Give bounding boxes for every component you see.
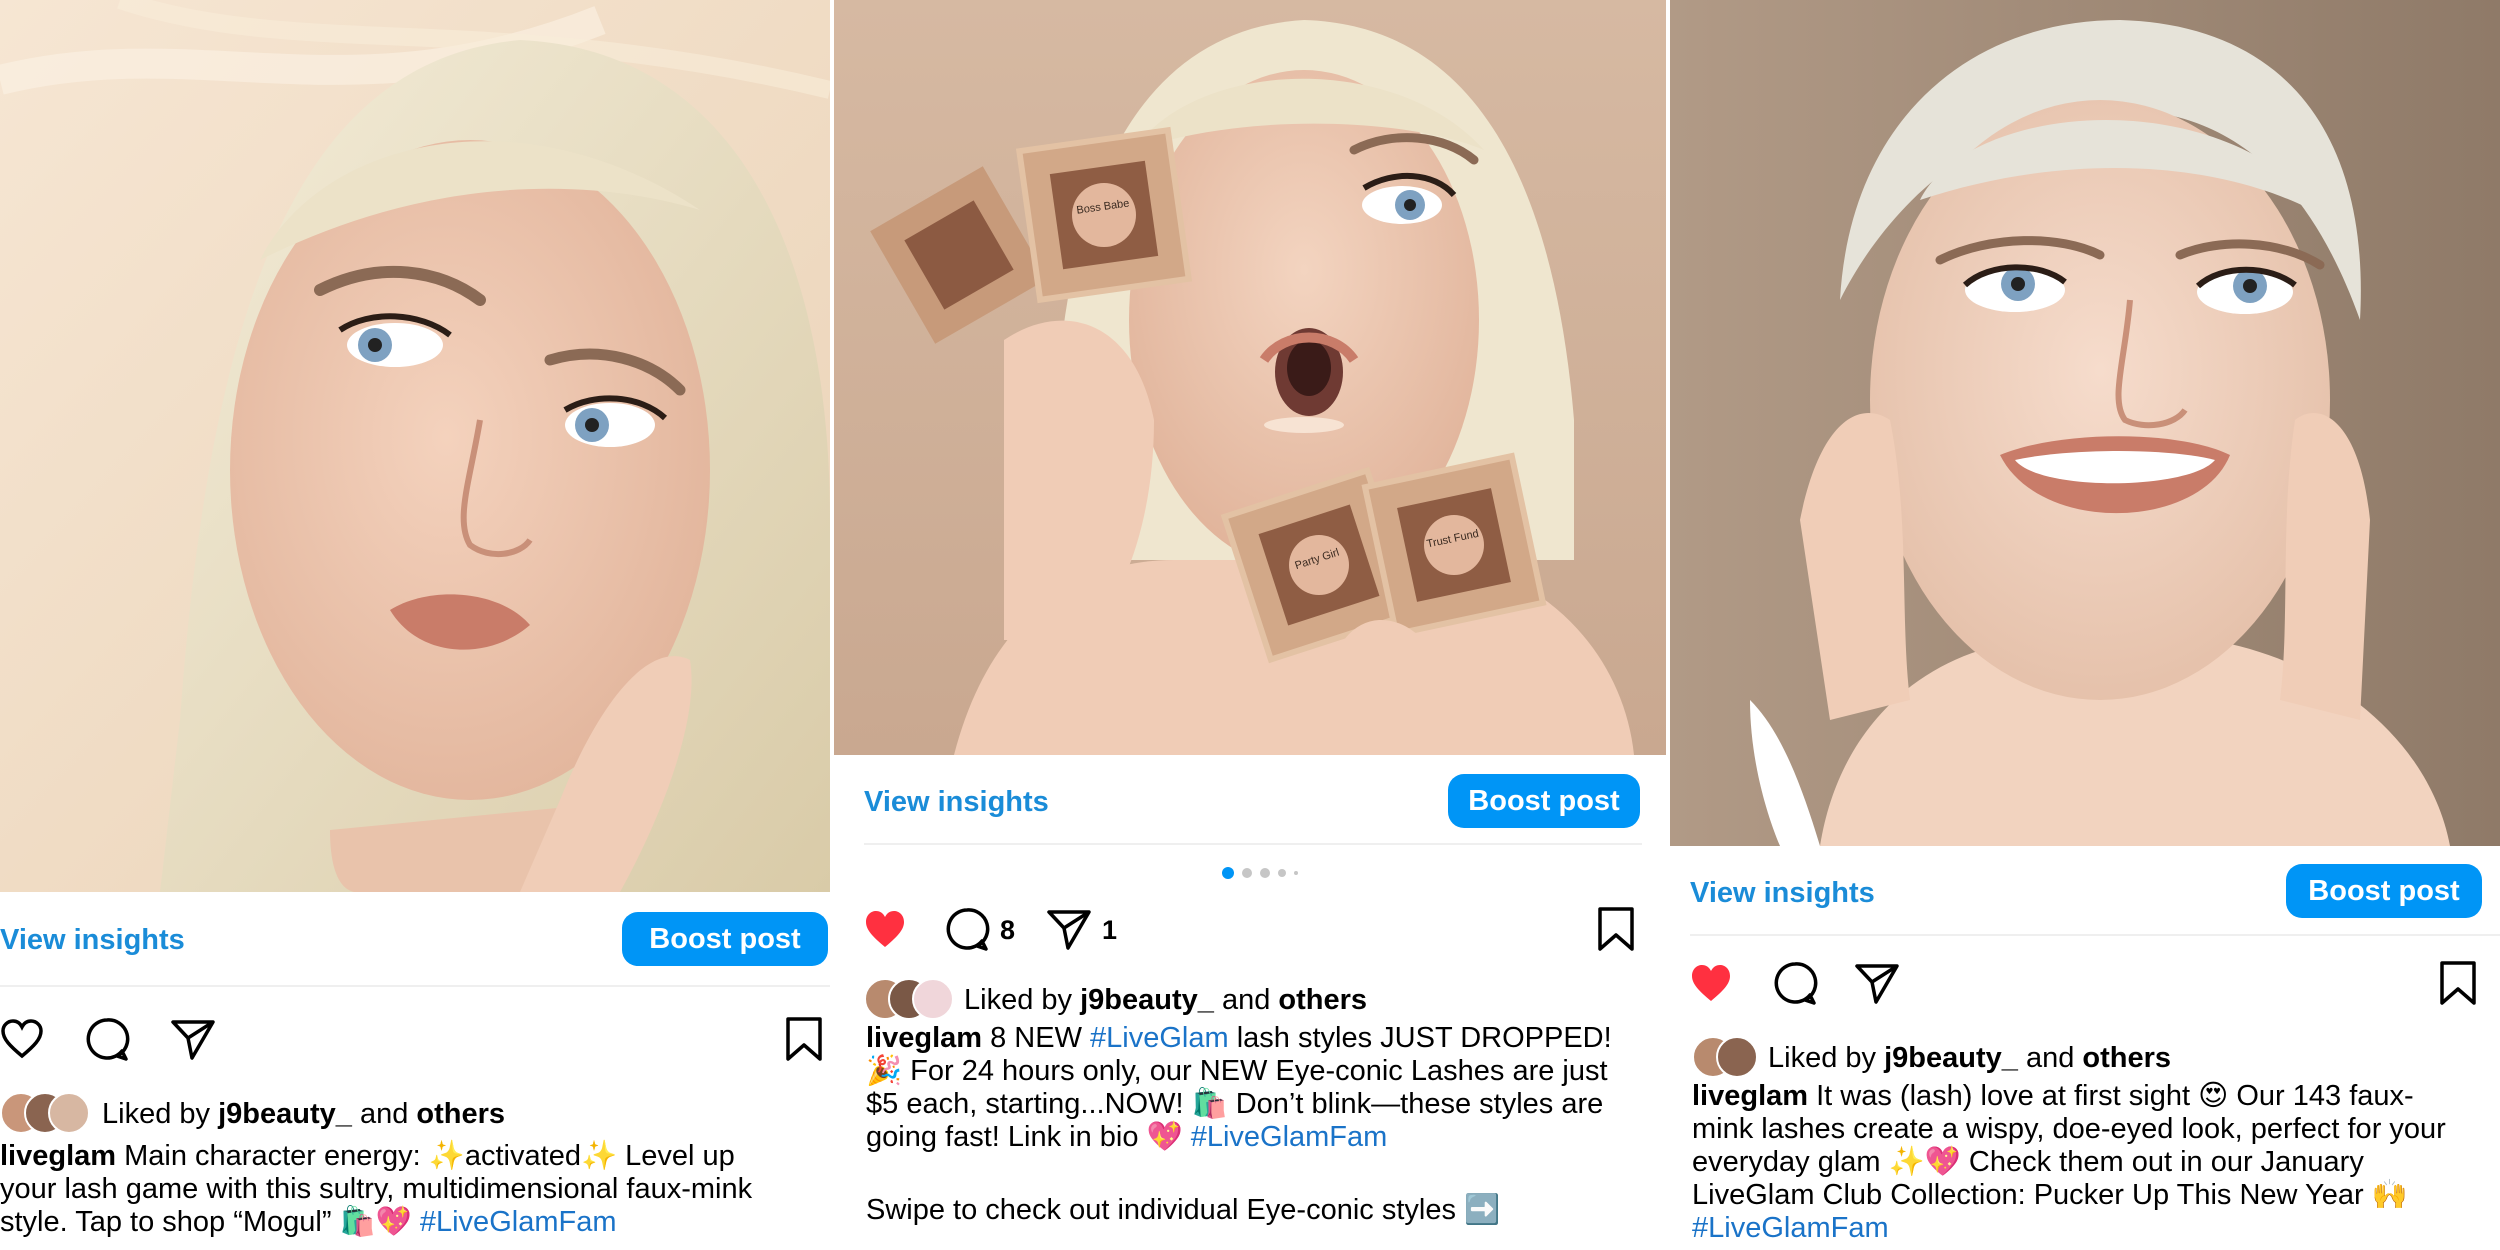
post-caption: liveglam Main character energy: ✨activat…	[0, 1140, 830, 1239]
liked-others[interactable]: others	[416, 1098, 505, 1130]
avatar	[1716, 1036, 1758, 1078]
caption-text: 8 NEW	[990, 1022, 1082, 1054]
comment-icon[interactable]	[1772, 960, 1818, 1006]
share-icon[interactable]	[170, 1018, 216, 1062]
boost-post-button[interactable]: Boost post	[622, 912, 828, 966]
caption-text: style. Tap to shop “Mogul” 🛍️💖	[0, 1206, 412, 1238]
caption-username[interactable]: liveglam	[866, 1022, 982, 1054]
share-count: 1	[1102, 915, 1118, 945]
caption-text: lash styles JUST DROPPED!	[1236, 1022, 1612, 1054]
liked-others[interactable]: others	[2082, 1042, 2171, 1074]
caption-text: It was (lash) love at first sight 😍 Our …	[1816, 1080, 2414, 1112]
heart-filled-icon[interactable]	[1688, 962, 1734, 1006]
carousel-dot-active[interactable]	[1222, 867, 1234, 879]
caption-username[interactable]: liveglam	[0, 1140, 116, 1172]
caption-text: going fast! Link in bio 💖	[866, 1121, 1183, 1153]
liked-by-text: Liked by j9beauty_ and others	[102, 1098, 505, 1131]
post-image-3[interactable]	[1670, 0, 2500, 846]
portrait-photo-3	[1670, 0, 2500, 846]
liked-and: and	[2025, 1042, 2075, 1074]
divider	[864, 843, 1642, 845]
caption-text: your lash game with this sultry, multidi…	[0, 1173, 753, 1205]
liked-by-text: Liked by j9beauty_ and others	[964, 984, 1367, 1017]
liked-username[interactable]: j9beauty_	[218, 1098, 352, 1130]
view-insights-link[interactable]: View insights	[1690, 877, 1875, 910]
lash-box-trust-fund	[1361, 452, 1547, 638]
caption-text: Swipe to check out individual Eye-conic …	[866, 1194, 1501, 1226]
carousel-dots	[1222, 867, 1302, 879]
post-card-2: Boss Babe Party Girl Trust Fund View ins…	[834, 0, 1666, 1250]
view-insights-link[interactable]: View insights	[864, 786, 1049, 819]
caption-text: 🎉 For 24 hours only, our NEW Eye-conic L…	[866, 1055, 1608, 1087]
liked-and: and	[359, 1098, 409, 1130]
avatar	[48, 1092, 90, 1134]
liked-avatars	[1692, 1036, 1772, 1078]
portrait-photo-2: Boss Babe Party Girl Trust Fund	[834, 0, 1666, 755]
comment-count: 8	[1000, 915, 1016, 945]
comment-icon[interactable]	[944, 906, 990, 952]
hashtag-link[interactable]: #LiveGlamFam	[420, 1206, 617, 1238]
heart-filled-icon[interactable]	[862, 908, 908, 952]
boost-post-button[interactable]: Boost post	[1448, 774, 1640, 828]
hashtag-link[interactable]: #LiveGlam	[1090, 1022, 1229, 1054]
liked-by-text: Liked by j9beauty_ and others	[1768, 1042, 2171, 1075]
post-card-1: View insights Boost post Liked by j9beau…	[0, 0, 830, 1250]
caption-text: everyday glam ✨💖 Check them out in our J…	[1692, 1146, 2364, 1178]
liked-username[interactable]: j9beauty_	[1884, 1042, 2018, 1074]
boost-post-button[interactable]: Boost post	[2286, 864, 2482, 918]
bookmark-icon[interactable]	[1596, 906, 1636, 952]
post-image-2[interactable]: Boss Babe Party Girl Trust Fund	[834, 0, 1666, 755]
carousel-dot[interactable]	[1294, 871, 1298, 875]
share-icon[interactable]	[1854, 962, 1900, 1006]
hashtag-link[interactable]: #LiveGlamFam	[1692, 1212, 2498, 1245]
liked-username[interactable]: j9beauty_	[1080, 984, 1214, 1016]
avatar	[912, 978, 954, 1020]
portrait-photo-1	[0, 0, 830, 892]
carousel-dot[interactable]	[1242, 868, 1252, 878]
view-insights-link[interactable]: View insights	[0, 924, 185, 957]
caption-username[interactable]: liveglam	[1692, 1080, 1808, 1112]
caption-text: LiveGlam Club Collection: Pucker Up This…	[1692, 1179, 2408, 1211]
liked-prefix: Liked by	[964, 984, 1073, 1016]
liked-prefix: Liked by	[102, 1098, 211, 1130]
bookmark-icon[interactable]	[784, 1016, 824, 1062]
caption-text: $5 each, starting...NOW! 🛍️ Don’t blink—…	[866, 1088, 1604, 1120]
post-caption: liveglam 8 NEW #LiveGlam lash styles JUS…	[866, 1022, 1656, 1227]
post-caption: liveglam It was (lash) love at first sig…	[1692, 1080, 2498, 1245]
liked-avatars	[864, 978, 964, 1020]
caption-text: Main character energy: ✨activated✨ Level…	[124, 1140, 735, 1172]
divider	[1690, 934, 2500, 936]
carousel-dot[interactable]	[1278, 869, 1286, 877]
share-icon[interactable]	[1046, 908, 1092, 952]
comment-icon[interactable]	[84, 1016, 130, 1062]
caption-text: mink lashes create a wispy, doe-eyed loo…	[1692, 1113, 2446, 1145]
liked-avatars	[0, 1092, 100, 1134]
liked-others[interactable]: others	[1278, 984, 1367, 1016]
liked-prefix: Liked by	[1768, 1042, 1877, 1074]
liked-and: and	[1221, 984, 1271, 1016]
divider	[0, 985, 830, 987]
post-card-3: View insights Boost post Liked by j9beau…	[1670, 0, 2500, 1250]
hashtag-link[interactable]: #LiveGlamFam	[1191, 1121, 1388, 1153]
post-image-1[interactable]	[0, 0, 830, 892]
bookmark-icon[interactable]	[2438, 960, 2478, 1006]
lash-box-boss-babe	[1015, 126, 1193, 304]
heart-icon[interactable]	[0, 1018, 44, 1062]
carousel-dot[interactable]	[1260, 868, 1270, 878]
